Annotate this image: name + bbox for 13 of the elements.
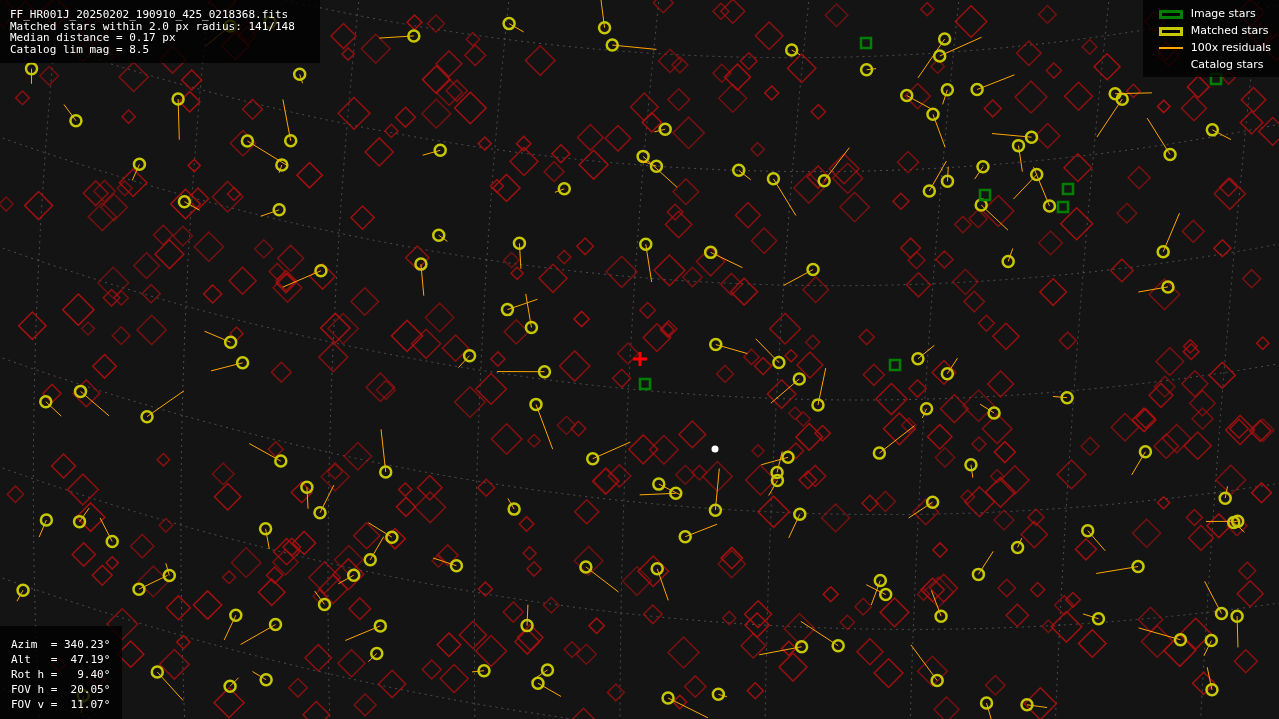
legend-label: Matched stars [1190, 22, 1269, 39]
pointing-text: Azim = 340.23° [11, 637, 111, 652]
pointing-text: FOV v = 11.07° [11, 697, 111, 712]
info-text: Catalog lim mag = 8.5 [10, 43, 151, 55]
info-text: Matched stars within 2.0 px radius: 141/148 [10, 20, 296, 32]
info-text: Median distance = 0.17 px [10, 32, 176, 44]
legend-label: 100x residuals [1190, 39, 1271, 56]
info-text: FF_HR001J_20250202_190910_425_0218368.fits [10, 9, 290, 21]
pointing-text: Alt = 47.19° [11, 652, 111, 667]
legend-label: Image stars [1190, 5, 1256, 22]
legend-label: Catalog stars [1190, 56, 1264, 73]
pointing-text: Rot h = 9.40° [11, 667, 111, 682]
pointing-text: FOV h = 20.05° [11, 682, 111, 697]
